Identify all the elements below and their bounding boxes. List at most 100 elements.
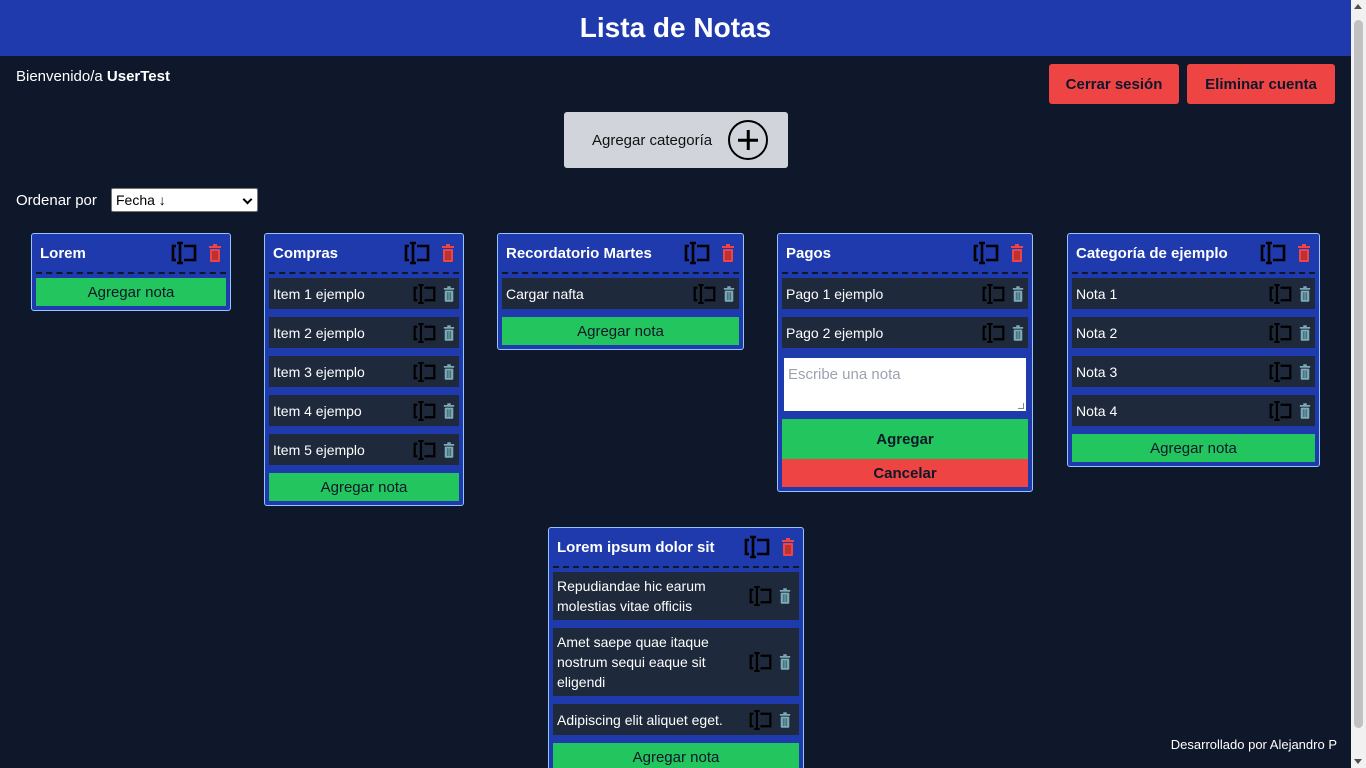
edit-note-icon[interactable] (981, 322, 1006, 344)
category-card: Categoría de ejemplo Nota 1 Nota 2 Nota … (1067, 233, 1320, 467)
delete-note-icon[interactable] (1299, 324, 1311, 341)
edit-note-icon[interactable] (412, 439, 437, 461)
delete-note-icon[interactable] (779, 711, 791, 728)
note-item: Item 4 ejempo (269, 395, 459, 426)
edit-note-icon[interactable] (981, 283, 1006, 305)
delete-category-icon[interactable] (208, 244, 222, 262)
category-title: Lorem (40, 244, 86, 262)
add-note-button[interactable]: Agregar nota (553, 743, 799, 768)
delete-note-icon[interactable] (1299, 363, 1311, 380)
logout-button[interactable]: Cerrar sesión (1049, 64, 1179, 104)
rename-category-icon[interactable] (1259, 241, 1287, 265)
delete-note-icon[interactable] (1012, 324, 1024, 341)
textarea-placeholder: Escribe una nota (788, 366, 901, 383)
edit-note-icon[interactable] (412, 322, 437, 344)
note-text: Item 3 ejemplo (273, 363, 365, 380)
note-text: Repudiandae hic earum molestias vitae of… (557, 578, 706, 614)
rename-category-icon[interactable] (403, 241, 431, 265)
sort-selected-value: Fecha ↓ (116, 192, 166, 208)
rename-category-icon[interactable] (683, 241, 711, 265)
edit-note-icon[interactable] (1268, 361, 1293, 383)
note-text: Adipiscing elit aliquet eget. (557, 711, 723, 728)
delete-note-icon[interactable] (779, 588, 791, 604)
delete-category-icon[interactable] (1010, 244, 1024, 262)
note-text: Cargar nafta (506, 285, 584, 302)
add-note-button[interactable]: Agregar nota (1072, 434, 1315, 462)
delete-note-icon[interactable] (723, 285, 735, 302)
note-item: Item 1 ejemplo (269, 278, 459, 309)
note-text: Item 5 ejemplo (273, 441, 365, 458)
edit-note-icon[interactable] (412, 400, 437, 422)
delete-note-icon[interactable] (1299, 402, 1311, 419)
edit-note-icon[interactable] (1268, 283, 1293, 305)
chevron-down-icon (242, 194, 253, 205)
welcome-prefix: Bienvenido/a (16, 68, 103, 85)
note-item: Nota 1 (1072, 278, 1315, 309)
note-text: Nota 3 (1076, 363, 1118, 380)
note-text: Item 2 ejemplo (273, 324, 365, 341)
category-header: Pagos (782, 234, 1028, 274)
add-category-button[interactable]: Agregar categoría (564, 112, 788, 168)
delete-category-icon[interactable] (721, 244, 735, 262)
submit-note-button[interactable]: Agregar (782, 419, 1028, 459)
note-item: Nota 4 (1072, 395, 1315, 426)
delete-category-icon[interactable] (781, 538, 795, 556)
delete-category-icon[interactable] (441, 244, 455, 262)
edit-note-icon[interactable] (748, 651, 773, 673)
scroll-up-arrow-icon[interactable] (1354, 4, 1362, 9)
edit-note-icon[interactable] (1268, 322, 1293, 344)
edit-note-icon[interactable] (412, 361, 437, 383)
plus-circle-icon (728, 120, 769, 160)
delete-note-icon[interactable] (1012, 285, 1024, 302)
edit-note-icon[interactable] (748, 709, 773, 731)
category-header: Lorem (36, 234, 226, 274)
new-note-textarea[interactable]: Escribe una nota (782, 356, 1028, 413)
category-card: Recordatorio Martes Cargar nafta Agregar… (497, 233, 744, 350)
note-item: Pago 2 ejemplo (782, 317, 1028, 348)
add-note-button[interactable]: Agregar nota (36, 278, 226, 306)
footer-credit: Desarrollado por Alejandro P (1170, 737, 1337, 752)
scroll-down-arrow-icon[interactable] (1354, 759, 1362, 764)
category-title: Lorem ipsum dolor sit (557, 538, 715, 556)
category-card: Pagos Pago 1 ejemplo Pago 2 ejemplo Escr… (777, 233, 1033, 492)
delete-note-icon[interactable] (443, 363, 455, 380)
rename-category-icon[interactable] (170, 241, 198, 265)
category-header: Categoría de ejemplo (1072, 234, 1315, 274)
note-item: Repudiandae hic earum molestias vitae of… (553, 572, 799, 620)
edit-note-icon[interactable] (412, 283, 437, 305)
resize-grip-icon[interactable] (1018, 403, 1024, 409)
sort-select[interactable]: Fecha ↓ (111, 188, 258, 212)
delete-note-icon[interactable] (443, 324, 455, 341)
note-text: Pago 2 ejemplo (786, 324, 884, 341)
vertical-scrollbar[interactable] (1351, 0, 1366, 768)
note-text: Nota 2 (1076, 324, 1118, 341)
rename-category-icon[interactable] (743, 535, 771, 559)
note-item: Item 5 ejemplo (269, 434, 459, 465)
note-text: Amet saepe quae itaque nostrum sequi eaq… (557, 634, 709, 690)
edit-note-icon[interactable] (692, 283, 717, 305)
username: UserTest (106, 68, 170, 85)
delete-account-button[interactable]: Eliminar cuenta (1187, 64, 1335, 104)
delete-note-icon[interactable] (443, 441, 455, 458)
category-card: Lorem ipsum dolor sit Repudiandae hic ea… (548, 527, 804, 768)
add-note-button[interactable]: Agregar nota (502, 317, 739, 345)
add-note-button[interactable]: Agregar nota (269, 473, 459, 501)
delete-note-icon[interactable] (443, 285, 455, 302)
category-card: Lorem Agregar nota (31, 233, 231, 311)
delete-note-icon[interactable] (779, 654, 791, 670)
category-header: Lorem ipsum dolor sit (553, 528, 799, 568)
delete-note-icon[interactable] (1299, 285, 1311, 302)
category-header: Recordatorio Martes (502, 234, 739, 274)
page-title: Lista de Notas (579, 12, 772, 43)
edit-note-icon[interactable] (1268, 400, 1293, 422)
scrollbar-thumb[interactable] (1354, 20, 1363, 728)
cancel-note-button[interactable]: Cancelar (782, 459, 1028, 487)
edit-note-icon[interactable] (748, 585, 773, 607)
app-header: Lista de Notas (0, 0, 1351, 56)
delete-category-icon[interactable] (1297, 244, 1311, 262)
note-text: Nota 1 (1076, 285, 1118, 302)
rename-category-icon[interactable] (972, 241, 1000, 265)
note-text: Item 1 ejemplo (273, 285, 365, 302)
delete-note-icon[interactable] (443, 402, 455, 419)
category-title: Pagos (786, 244, 832, 262)
